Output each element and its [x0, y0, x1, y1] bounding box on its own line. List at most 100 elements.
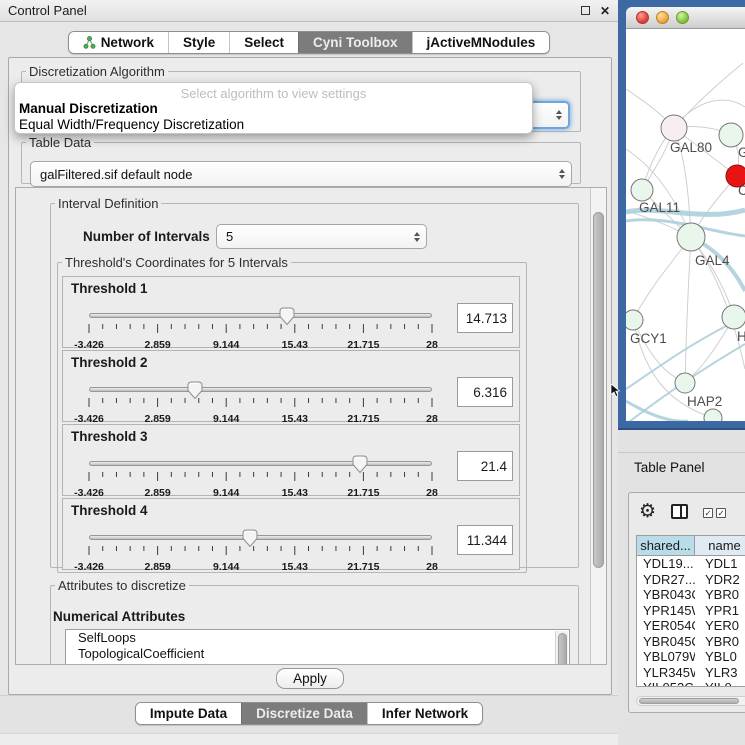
table-cell[interactable]: YPR145W: [637, 603, 695, 619]
threshold-slider[interactable]: -3.4262.8599.14415.4321.71528: [89, 387, 432, 421]
table-cell[interactable]: YBR0: [695, 634, 745, 650]
popup-item[interactable]: Equal Width/Frequency Discretization: [15, 117, 532, 133]
attribute-list-item[interactable]: TopologicalCoefficient: [66, 646, 569, 662]
table-row[interactable]: YBR043CYBR0: [637, 587, 745, 603]
slider-track[interactable]: [89, 461, 432, 466]
column-header-2[interactable]: name: [695, 536, 745, 555]
threshold-value-field[interactable]: 14.713: [457, 303, 513, 333]
threshold-label: Threshold 4: [71, 503, 148, 518]
table-row[interactable]: YIL052CYIL0: [637, 680, 745, 687]
table-cell[interactable]: YBR043C: [637, 587, 695, 603]
table-cell[interactable]: YLR345W: [637, 665, 695, 681]
numerical-attributes-label: Numerical Attributes: [53, 609, 185, 624]
table-cell[interactable]: YIL0: [695, 680, 745, 687]
thresholds-legend: Threshold's Coordinates for 5 Intervals: [62, 255, 291, 270]
panel-scrollbar[interactable]: [590, 188, 606, 664]
svg-text:21.715: 21.715: [347, 561, 379, 573]
threshold-label: Threshold 1: [71, 281, 148, 296]
mouse-cursor: [610, 384, 622, 398]
node-label: GAL11: [639, 200, 680, 215]
tab-style[interactable]: Style: [168, 32, 229, 53]
attribute-list-item[interactable]: SelfLoops: [66, 630, 569, 646]
table-row[interactable]: YBL079WYBL0: [637, 649, 745, 665]
slider-thumb[interactable]: [352, 455, 368, 474]
threshold-slider[interactable]: -3.4262.8599.14415.4321.71528: [89, 535, 432, 569]
node-table: shared...name YDL19...YDL1YDR27...YDR2YB…: [636, 535, 745, 687]
close-icon[interactable]: ✕: [600, 5, 610, 17]
table-data-combobox[interactable]: galFiltered.sif default node: [30, 161, 572, 187]
threshold-value-field[interactable]: 21.4: [457, 451, 513, 481]
tab-infer-network[interactable]: Infer Network: [367, 703, 482, 724]
attribute-list-item[interactable]: BetweennessCentrality: [66, 662, 569, 665]
table-hscrollbar[interactable]: [636, 696, 745, 706]
table-cell[interactable]: YER0: [695, 618, 745, 634]
column-header-1[interactable]: shared...: [637, 536, 695, 555]
table-cell[interactable]: YDR27...: [637, 572, 695, 588]
table-panel: ⚙ ✓✓ shared...name YDL19...YDL1YDR27...Y…: [628, 492, 745, 713]
table-row[interactable]: YDR27...YDR2: [637, 572, 745, 588]
table-row[interactable]: YLR345WYLR3: [637, 665, 745, 681]
table-cell[interactable]: YER054C: [637, 618, 695, 634]
network-canvas[interactable]: GAL80GCGAL11GAL4GCY1HHAP2: [626, 29, 745, 421]
minimize-traffic-light-icon[interactable]: [656, 11, 669, 24]
table-hscrollbar-thumb[interactable]: [639, 698, 739, 704]
table-data-combobox-value: galFiltered.sif default node: [40, 167, 555, 182]
network-view-window: GAL80GCGAL11GAL4GCY1HHAP2: [618, 0, 745, 430]
tab-label: jActiveMNodules: [427, 35, 536, 50]
gear-icon[interactable]: ⚙: [639, 502, 656, 521]
tab-label: Style: [183, 35, 215, 50]
threshold-slider[interactable]: -3.4262.8599.14415.4321.71528: [89, 461, 432, 495]
slider-thumb[interactable]: [187, 381, 203, 400]
slider-track[interactable]: [89, 313, 432, 318]
number-of-intervals-combobox[interactable]: 5: [216, 224, 427, 249]
slider-ticks: -3.4262.8599.14415.4321.71528: [74, 544, 447, 576]
network-icon: [83, 36, 96, 49]
tab-discretize-data[interactable]: Discretize Data: [241, 703, 367, 724]
node-label: HAP2: [687, 394, 722, 409]
split-columns-icon[interactable]: [671, 504, 688, 519]
tab-select[interactable]: Select: [229, 32, 298, 53]
network-window-titlebar[interactable]: [626, 7, 745, 29]
slider-track[interactable]: [89, 387, 432, 392]
table-cell[interactable]: YDL19...: [637, 556, 695, 572]
close-traffic-light-icon[interactable]: [636, 11, 649, 24]
table-cell[interactable]: YBL079W: [637, 649, 695, 665]
numerical-attributes-list[interactable]: SelfLoopsTopologicalCoefficientBetweenne…: [65, 629, 570, 665]
tab-impute-data[interactable]: Impute Data: [136, 703, 241, 724]
svg-text:15.43: 15.43: [282, 561, 308, 573]
network-node: [675, 373, 695, 393]
threshold-value-field[interactable]: 6.316: [457, 377, 513, 407]
apply-button[interactable]: Apply: [276, 668, 344, 689]
checkbox-checked-icon[interactable]: ✓: [716, 508, 726, 518]
table-cell[interactable]: YLR3: [695, 665, 745, 681]
tab-cyni-toolbox[interactable]: Cyni Toolbox: [298, 32, 412, 53]
table-row[interactable]: YDL19...YDL1: [637, 556, 745, 572]
tab-network[interactable]: Network: [69, 32, 168, 53]
panel-scrollbar-thumb[interactable]: [593, 212, 604, 568]
threshold-panel: Threshold 1 -3.4262.8599.14415.4321.71528…: [62, 276, 520, 348]
slider-thumb[interactable]: [279, 307, 295, 326]
float-window-icon[interactable]: [581, 6, 590, 15]
checkbox-icons: ✓✓: [703, 504, 726, 519]
table-row[interactable]: YBR045CYBR0: [637, 634, 745, 650]
slider-track[interactable]: [89, 535, 432, 540]
threshold-value-field[interactable]: 11.344: [457, 525, 513, 555]
threshold-slider[interactable]: -3.4262.8599.14415.4321.71528: [89, 313, 432, 347]
popup-item[interactable]: Manual Discretization: [15, 101, 532, 117]
tab-jactivemnodules[interactable]: jActiveMNodules: [412, 32, 550, 53]
list-scrollbar[interactable]: [555, 631, 568, 665]
zoom-traffic-light-icon[interactable]: [676, 11, 689, 24]
table-row[interactable]: YPR145WYPR1: [637, 603, 745, 619]
table-row[interactable]: YER054CYER0: [637, 618, 745, 634]
popup-hint: Select algorithm to view settings: [15, 86, 532, 101]
table-cell[interactable]: YBR0: [695, 587, 745, 603]
slider-thumb[interactable]: [242, 529, 258, 548]
table-cell[interactable]: YDL1: [695, 556, 745, 572]
table-cell[interactable]: YPR1: [695, 603, 745, 619]
checkbox-checked-icon[interactable]: ✓: [703, 508, 713, 518]
table-cell[interactable]: YDR2: [695, 572, 745, 588]
table-cell[interactable]: YBR045C: [637, 634, 695, 650]
table-cell[interactable]: YBL0: [695, 649, 745, 665]
svg-text:-3.426: -3.426: [74, 561, 104, 573]
table-cell[interactable]: YIL052C: [637, 680, 695, 687]
